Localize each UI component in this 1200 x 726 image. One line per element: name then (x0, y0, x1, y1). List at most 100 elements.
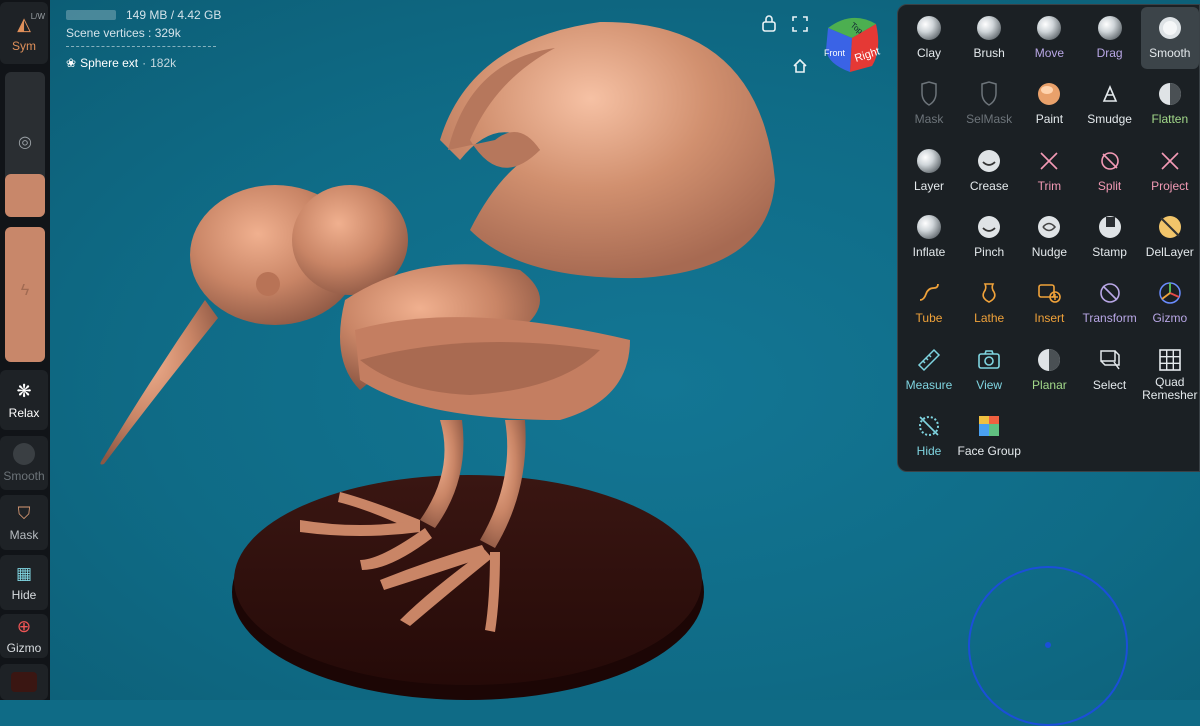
mesh-vertices: 182k (150, 56, 177, 70)
active-mesh[interactable]: ❀ Sphere ext · 182k (66, 56, 221, 70)
tool-label: Stamp (1092, 244, 1127, 259)
hide-button[interactable]: ▦ Hide (0, 555, 48, 610)
tool-layer[interactable]: Layer (900, 140, 958, 202)
stamp-icon (1097, 214, 1123, 240)
hide-label: Hide (11, 587, 37, 602)
home-icon[interactable] (792, 58, 808, 79)
symmetry-button[interactable]: L/W ◭ Sym (0, 2, 48, 64)
tool-label: Drag (1096, 46, 1123, 60)
transform-icon (1097, 280, 1123, 306)
camera-pad-center (1045, 642, 1051, 648)
tool-split[interactable]: Split (1081, 140, 1139, 202)
trim-icon (1036, 148, 1062, 174)
tool-label: Brush (973, 46, 1005, 60)
tool-hide[interactable]: Hide (900, 405, 958, 467)
tool-label: Move (1034, 46, 1065, 60)
divider (66, 46, 216, 47)
tool-transform[interactable]: Transform (1081, 272, 1139, 334)
tool-smooth[interactable]: Smooth (1140, 7, 1199, 69)
tool-brush[interactable]: Brush (960, 7, 1018, 69)
scene-vertices: Scene vertices : 329k (66, 26, 181, 40)
split-icon (1097, 148, 1123, 174)
flatten-icon (1157, 81, 1183, 107)
mesh-separator: · (142, 56, 147, 70)
tool-label: Flatten (1151, 112, 1189, 127)
tool-trim[interactable]: Trim (1020, 140, 1078, 202)
tool-label: Layer (913, 178, 945, 193)
material-button[interactable] (0, 664, 48, 700)
tool-label: Nudge (1031, 244, 1068, 259)
tool-label: Project (1151, 178, 1189, 193)
insert-icon (1036, 280, 1062, 306)
tool-quad-remesher[interactable]: Quad Remesher (1141, 339, 1199, 401)
tool-mask[interactable]: Mask (900, 73, 958, 135)
lock-icon[interactable] (761, 14, 777, 37)
tool-select[interactable]: Select (1081, 339, 1139, 401)
tool-label: Transform (1082, 311, 1137, 326)
selmask-icon (976, 81, 1002, 107)
tool-nudge[interactable]: Nudge (1020, 206, 1078, 268)
relax-icon: ❋ (16, 380, 32, 401)
tool-label: Select (1092, 377, 1127, 392)
mask-button[interactable]: ⛉ Mask (0, 495, 48, 550)
tool-label: Quad Remesher (1142, 374, 1198, 402)
mask-icon: ⛉ (17, 503, 31, 523)
fullscreen-icon[interactable] (792, 16, 808, 37)
intensity-slider[interactable]: ϟ (5, 227, 45, 362)
tool-drag[interactable]: Drag (1081, 7, 1139, 69)
paint-icon (1036, 81, 1062, 107)
tool-move[interactable]: Move (1020, 7, 1078, 69)
clay-sphere-icon (916, 15, 942, 41)
pinch-icon (976, 214, 1002, 240)
tool-label: Hide (916, 443, 942, 458)
tool-label: Measure (905, 377, 953, 392)
tool-paint[interactable]: Paint (1020, 73, 1078, 135)
view-cube[interactable]: Top Front Right (822, 10, 882, 76)
planar-icon (1036, 347, 1062, 373)
tool-clay[interactable]: Clay (900, 7, 958, 69)
tool-label: Insert (1034, 311, 1065, 326)
radius-fill (5, 173, 45, 217)
tool-panel: Clay Brush Move Drag Smooth Mask SelMask Paint S… (897, 4, 1200, 472)
tool-label: Lathe (974, 311, 1005, 326)
relax-label: Relax (8, 405, 40, 420)
tool-smudge[interactable]: Smudge (1081, 73, 1139, 135)
sym-label: Sym (12, 38, 36, 53)
gizmo-button[interactable]: ⊕ Gizmo (0, 614, 48, 658)
move-sphere-icon (1036, 15, 1062, 41)
radius-slider[interactable]: ◎ (5, 72, 45, 217)
camera-icon (976, 347, 1002, 373)
radius-icon: ◎ (18, 134, 32, 151)
dellayer-icon (1157, 214, 1183, 240)
tool-dellayer[interactable]: DelLayer (1141, 206, 1199, 268)
tool-view[interactable]: View (960, 339, 1018, 401)
tool-stamp[interactable]: Stamp (1081, 206, 1139, 268)
tool-crease[interactable]: Crease (960, 140, 1018, 202)
tool-label: Smooth (1149, 46, 1191, 60)
material-swatch (11, 672, 37, 692)
tool-inflate[interactable]: Inflate (900, 206, 958, 268)
memory-bar (66, 10, 116, 20)
smooth-button[interactable]: Smooth (0, 436, 48, 490)
tool-insert[interactable]: Insert (1020, 272, 1078, 334)
smooth-icon (1157, 15, 1183, 41)
tool-planar[interactable]: Planar (1020, 339, 1078, 401)
tool-tube[interactable]: Tube (900, 272, 958, 334)
tool-label: Split (1097, 178, 1122, 193)
left-toolbar: L/W ◭ Sym ◎ ϟ ❋ Relax Smooth ⛉ Mask ▦ Hi… (0, 0, 50, 700)
grid-icon (1157, 347, 1183, 373)
tool-selmask[interactable]: SelMask (960, 73, 1018, 135)
nudge-icon (1036, 214, 1062, 240)
smooth-label: Smooth (3, 469, 45, 483)
tube-icon (916, 280, 942, 306)
tool-measure[interactable]: Measure (900, 339, 958, 401)
tool-face-group[interactable]: Face Group (958, 405, 1021, 467)
lightning-icon: ϟ (20, 282, 30, 299)
tool-project[interactable]: Project (1141, 140, 1199, 202)
relax-button[interactable]: ❋ Relax (0, 370, 48, 430)
tool-lathe[interactable]: Lathe (960, 272, 1018, 334)
tool-gizmo[interactable]: Gizmo (1141, 272, 1199, 334)
tool-pinch[interactable]: Pinch (960, 206, 1018, 268)
tool-flatten[interactable]: Flatten (1141, 73, 1199, 135)
sym-badge: L/W (30, 12, 45, 21)
